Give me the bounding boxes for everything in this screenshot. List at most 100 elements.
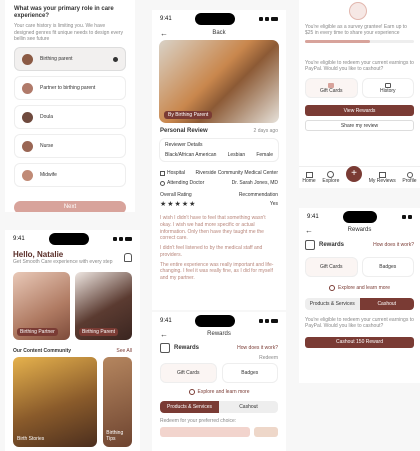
rewards-header: Rewards (319, 242, 345, 248)
card-birthing-partner[interactable]: Birthing Partner (13, 272, 70, 340)
attending-label: Attending Doctor (167, 180, 205, 186)
progress-fill (305, 39, 371, 43)
app-canvas: What was your primary role in care exper… (0, 0, 420, 451)
greeting-subtitle: Get Smooth Care experience with every st… (13, 259, 113, 265)
star-rating: ★★★★★ (160, 201, 197, 208)
community-label: Birth Stories (17, 436, 45, 442)
hospital-value: Riverside Community Medical Center (195, 170, 278, 176)
history-stat[interactable]: History (361, 78, 414, 98)
back-arrow-icon[interactable]: ← (160, 29, 168, 38)
tab-my-reviews[interactable]: My Reviews (369, 171, 396, 184)
onboarding-screen: What was your primary role in care exper… (5, 0, 135, 212)
see-all-link[interactable]: See All (116, 348, 132, 354)
option-avatar (22, 82, 33, 94)
review-quote: I didn't feel listened to by the medical… (160, 245, 263, 258)
product-tile[interactable] (254, 427, 278, 437)
info-icon (329, 285, 335, 291)
how-it-works-link[interactable]: How does it work? (373, 242, 414, 248)
status-icons (259, 17, 278, 21)
hospital-icon (160, 170, 165, 176)
tab-cashout[interactable]: Cashout (219, 401, 278, 413)
status-time: 9:41 (160, 16, 172, 22)
gift-cards-tile[interactable]: Gift Cards (305, 257, 358, 277)
tile-label: Badges (241, 370, 259, 376)
onboarding-question: What was your primary role in care exper… (14, 6, 114, 20)
bottom-tab-bar: Home Explore + My Reviews Profile (299, 165, 420, 184)
rewards-header: Rewards (174, 345, 200, 351)
notch (195, 13, 236, 25)
tile-label: Badges (379, 264, 397, 270)
explore-link[interactable]: Explore and learn more (198, 389, 250, 395)
home-screen: 9:41 Hello, Natalie Get Smooth Care expe… (5, 230, 140, 451)
tab-home[interactable]: Home (302, 171, 316, 184)
doctor-icon (160, 180, 165, 186)
notch (195, 315, 236, 327)
share-review-button[interactable]: Share my review (305, 120, 414, 131)
explore-link[interactable]: Explore and learn more (338, 285, 390, 291)
option-avatar (22, 140, 33, 152)
gift-icon (160, 343, 170, 353)
rewards-screen-2: 9:41 ← Rewards Rewards How does it work?… (152, 312, 286, 451)
status-time: 9:41 (13, 236, 25, 242)
status-bar: 9:41 (5, 230, 140, 248)
cashout-button[interactable]: Cashout 150 Reward (305, 336, 414, 348)
list-caption: Redeem for your preferred choice: (160, 418, 237, 424)
product-tile[interactable] (160, 427, 250, 437)
review-photo: By Birthing Parent (159, 40, 279, 123)
progress-bar (305, 39, 414, 43)
badges-tile[interactable]: Badges (361, 257, 414, 277)
status-time: 9:41 (307, 214, 319, 220)
section-title: Personal Review (160, 128, 208, 134)
status-bar: 9:41 (152, 312, 286, 330)
card-label: Birthing Parent (79, 328, 119, 336)
rewards-screen-1: 9:41 ← Rewards Rewards How does it work?… (299, 208, 420, 383)
greeting: Hello, Natalie (13, 250, 64, 259)
option-label: Doula (40, 114, 54, 121)
tab-products-services[interactable]: Products & Services (305, 298, 360, 310)
status-icons (402, 215, 412, 219)
attending-value: Dr. Sarah Jones, MD (231, 180, 278, 186)
tab-explore[interactable]: Explore (322, 171, 339, 184)
tab-profile[interactable]: Profile (402, 171, 417, 184)
status-bar: 9:41 (299, 208, 420, 226)
review-quote: I wish I didn't have to feel that someth… (160, 215, 266, 242)
add-review-button[interactable]: + (346, 165, 363, 182)
bell-icon[interactable] (124, 253, 132, 262)
tile-label: Gift Cards (176, 370, 200, 376)
tab-products-services[interactable]: Products & Services (160, 401, 219, 413)
badges-tile[interactable]: Badges (221, 363, 278, 383)
how-it-works-link[interactable]: How does it work? (237, 345, 278, 351)
photo-tag: By Birthing Parent (164, 111, 213, 119)
card-birthing-parent[interactable]: Birthing Parent (75, 272, 132, 340)
status-time: 9:41 (160, 318, 172, 324)
option-label: Birthing parent (40, 56, 73, 63)
reviewer-gender: Female (256, 152, 273, 158)
gift-cards-tile[interactable]: Gift Cards (160, 363, 217, 383)
next-button[interactable]: Next (14, 200, 126, 212)
option-label: Midwife (40, 172, 57, 179)
notch (48, 233, 89, 245)
option-nurse[interactable]: Nurse (14, 134, 126, 159)
tile-label: Gift Cards (319, 264, 343, 270)
gift-icon (305, 240, 315, 250)
radio-selected-icon (113, 56, 118, 62)
option-birthing-parent[interactable]: Birthing parent (14, 47, 126, 72)
community-card-tips[interactable]: Birthing Tips (103, 357, 132, 447)
tab-cashout[interactable]: Cashout (359, 298, 414, 310)
view-rewards-button[interactable]: View Rewards (305, 105, 414, 116)
back-arrow-icon[interactable]: ← (160, 330, 168, 339)
rewards-dashboard-screen: You're eligible as a survey grantee! Ear… (299, 0, 420, 188)
eligible-caption: You're eligible to redeem your current e… (305, 59, 414, 72)
option-midwife[interactable]: Midwife (14, 163, 126, 188)
badge-medal-icon (349, 2, 367, 20)
option-label: Partner to birthing parent (40, 85, 96, 92)
gift-cards-stat[interactable]: Gift Cards (305, 78, 358, 98)
option-partner[interactable]: Partner to birthing parent (14, 76, 126, 101)
community-card-stories[interactable]: Birth Stories (13, 357, 98, 447)
recommend-label: Recommendation (238, 192, 278, 198)
explore-icon (327, 171, 335, 178)
back-arrow-icon[interactable]: ← (305, 226, 313, 235)
review-date: 2 days ago (253, 128, 278, 134)
reviewer-details-card: Reviewer Details Black/African American … (159, 138, 279, 162)
option-doula[interactable]: Doula (14, 105, 126, 130)
